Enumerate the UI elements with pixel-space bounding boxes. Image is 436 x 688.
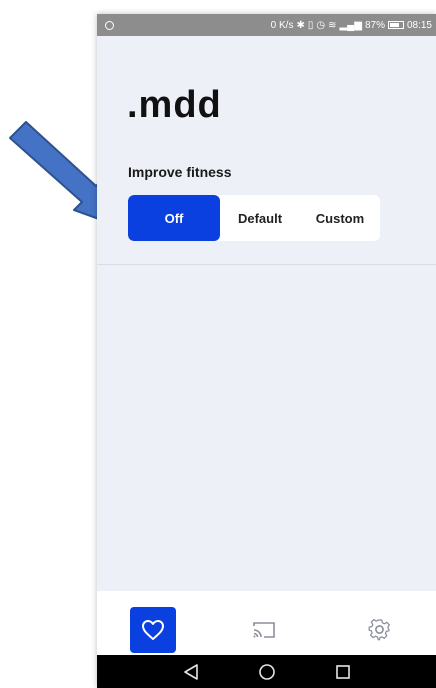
notification-circle-icon bbox=[105, 20, 114, 30]
settings-panel: .mdd Improve fitness Off Default Custom bbox=[97, 36, 436, 265]
fitness-custom-button[interactable]: Custom bbox=[300, 195, 380, 241]
fitness-default-button[interactable]: Default bbox=[220, 195, 300, 241]
alarm-icon: ◷ bbox=[316, 19, 326, 31]
app-logo: .mdd bbox=[127, 84, 222, 126]
fitness-off-button[interactable]: Off bbox=[128, 195, 220, 241]
back-icon bbox=[184, 664, 198, 680]
home-icon bbox=[259, 664, 275, 680]
recents-icon bbox=[336, 665, 350, 679]
battery-icon bbox=[387, 21, 404, 29]
status-bar: 0 K/s ✱ ▯ ◷ ≋ ▂▄▆ 87% 08:15 bbox=[97, 14, 436, 36]
phone-screen: 0 K/s ✱ ▯ ◷ ≋ ▂▄▆ 87% 08:15 .mdd Improve… bbox=[97, 14, 436, 688]
cast-icon bbox=[253, 622, 275, 638]
wifi-icon: ≋ bbox=[328, 19, 337, 31]
nav-settings-button[interactable] bbox=[357, 607, 403, 653]
battery-percent: 87% bbox=[364, 19, 385, 31]
improve-fitness-label: Improve fitness bbox=[128, 164, 232, 180]
clock: 08:15 bbox=[406, 19, 432, 31]
home-button[interactable] bbox=[257, 662, 277, 682]
signal-icon: ▂▄▆ bbox=[339, 19, 362, 31]
nav-heart-button[interactable] bbox=[130, 607, 176, 653]
nav-cast-button[interactable] bbox=[241, 607, 287, 653]
back-button[interactable] bbox=[181, 662, 201, 682]
network-speed: 0 K/s bbox=[270, 19, 294, 31]
status-indicators: 0 K/s ✱ ▯ ◷ ≋ ▂▄▆ 87% 08:15 bbox=[271, 20, 432, 31]
android-navigation-bar bbox=[97, 655, 436, 688]
vibrate-icon: ▯ bbox=[307, 19, 314, 31]
bluetooth-icon: ✱ bbox=[296, 19, 305, 31]
settings-icon bbox=[368, 618, 390, 641]
heart-icon bbox=[142, 620, 164, 640]
fitness-mode-selector: Off Default Custom bbox=[128, 195, 380, 241]
recents-button[interactable] bbox=[333, 662, 353, 682]
